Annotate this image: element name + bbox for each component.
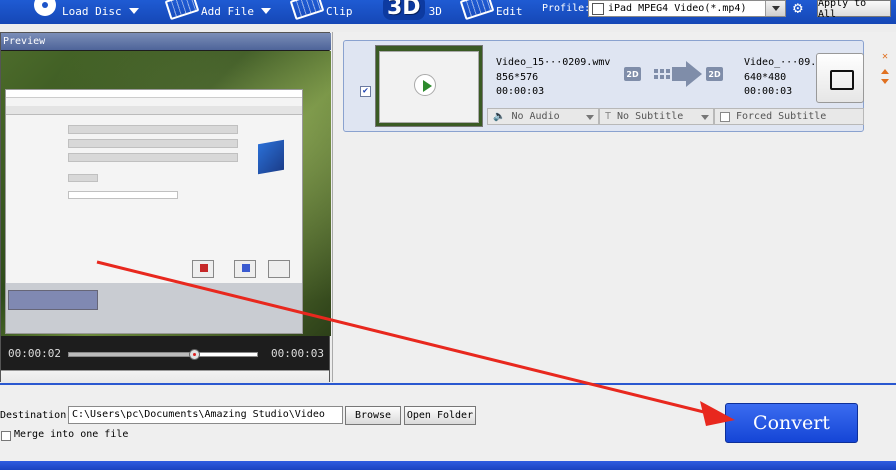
text-icon: T xyxy=(605,111,612,122)
file-thumbnail xyxy=(375,45,483,127)
clip-button[interactable]: Clip xyxy=(290,0,353,22)
chevron-down-icon[interactable] xyxy=(128,8,139,14)
gear-icon[interactable]: ⚙ xyxy=(793,0,803,16)
subtitle-value: No Subtitle xyxy=(617,111,684,122)
chevron-down-icon[interactable] xyxy=(260,8,271,14)
add-file-label: Add File xyxy=(201,4,254,18)
audio-value: No Audio xyxy=(511,111,560,122)
convert-arrow-icon xyxy=(654,61,702,87)
forced-subtitle-label: Forced Subtitle xyxy=(736,111,827,122)
three-d-button[interactable]: 3D 3D xyxy=(383,0,442,22)
profile-dropdown-button[interactable] xyxy=(765,1,785,16)
chevron-down-icon xyxy=(701,115,709,120)
edit-film-icon xyxy=(460,0,492,18)
audio-select[interactable]: 🔈 No Audio xyxy=(487,108,599,125)
browse-button[interactable]: Browse xyxy=(345,406,401,425)
total-time: 00:00:03 xyxy=(271,347,324,360)
seek-handle[interactable] xyxy=(188,349,200,360)
document-icon xyxy=(592,2,604,15)
move-up-icon[interactable] xyxy=(881,69,889,74)
clip-label: Clip xyxy=(326,4,353,18)
load-disc-label: Load Disc xyxy=(62,4,122,18)
chevron-down-icon xyxy=(771,6,780,11)
video-preview[interactable] xyxy=(1,51,331,336)
current-time: 00:00:02 xyxy=(8,347,61,360)
convert-button[interactable]: Convert xyxy=(725,403,858,443)
merge-label: Merge into one file xyxy=(14,429,129,440)
main-toolbar: Load Disc Add File Clip 3D 3D Edit Profi… xyxy=(0,0,896,24)
file-options-bar: 🔈 No Audio T No Subtitle Forced Subtitle xyxy=(487,108,864,125)
close-icon[interactable]: ✕ xyxy=(879,51,891,65)
profile-select[interactable]: iPad MPEG4 Video(*.mp4) xyxy=(588,0,786,17)
three-d-label: 3D xyxy=(428,4,442,18)
source-2d-badge[interactable]: 2D xyxy=(624,67,641,81)
speaker-icon: 🔈 xyxy=(493,111,506,122)
edit-label: Edit xyxy=(496,4,523,18)
apply-to-all-button[interactable]: Apply to All xyxy=(817,0,891,20)
target-2d-badge[interactable]: 2D xyxy=(706,67,723,81)
open-folder-button[interactable]: Open Folder xyxy=(404,406,476,425)
add-file-button[interactable]: Add File xyxy=(165,0,271,22)
playback-timeline: 00:00:02 00:00:03 xyxy=(1,336,329,370)
scissors-film-icon xyxy=(290,0,322,18)
subtitle-select[interactable]: T No Subtitle xyxy=(599,108,714,125)
forced-subtitle-box[interactable] xyxy=(720,111,730,122)
forced-subtitle-checkbox[interactable]: Forced Subtitle xyxy=(714,108,864,125)
file-checkbox[interactable]: ✔ xyxy=(360,86,371,97)
play-icon[interactable] xyxy=(414,74,436,96)
preview-title: Preview xyxy=(1,33,331,50)
chevron-down-icon xyxy=(586,115,594,120)
destination-bar: Destination: C:\Users\pc\Documents\Amazi… xyxy=(0,383,896,470)
source-duration: 00:00:03 xyxy=(496,86,545,97)
profile-label: Profile: xyxy=(542,3,591,14)
profile-value: iPad MPEG4 Video(*.mp4) xyxy=(608,3,747,14)
destination-label: Destination: xyxy=(0,410,73,421)
disc-icon xyxy=(30,0,58,16)
source-file-name: Video_15···0209.wmv xyxy=(496,57,611,68)
target-duration: 00:00:03 xyxy=(744,86,793,97)
merge-checkbox[interactable] xyxy=(1,431,11,441)
file-list: ✔ Video_15···0209.wmv 856*576 00:00:03 2… xyxy=(332,32,896,382)
source-resolution: 856*576 xyxy=(496,72,539,83)
move-down-icon[interactable] xyxy=(881,79,889,84)
list-item[interactable]: ✔ Video_15···0209.wmv 856*576 00:00:03 2… xyxy=(343,40,889,132)
load-disc-button[interactable]: Load Disc xyxy=(30,0,139,22)
target-resolution: 640*480 xyxy=(744,72,787,83)
edit-button[interactable]: Edit xyxy=(460,0,523,22)
destination-path-input[interactable]: C:\Users\pc\Documents\Amazing Studio\Vid… xyxy=(68,406,343,424)
three-d-icon: 3D xyxy=(383,0,425,20)
preview-panel: Preview 00:00:02 00:00:03 ◀◀ ❚❚ ▶ xyxy=(0,32,331,414)
seek-progress xyxy=(69,353,195,356)
bottom-status-strip xyxy=(0,461,896,470)
seek-bar[interactable] xyxy=(68,349,258,360)
device-icon[interactable] xyxy=(816,53,864,103)
preview-frame xyxy=(5,89,303,334)
film-icon xyxy=(165,0,197,18)
